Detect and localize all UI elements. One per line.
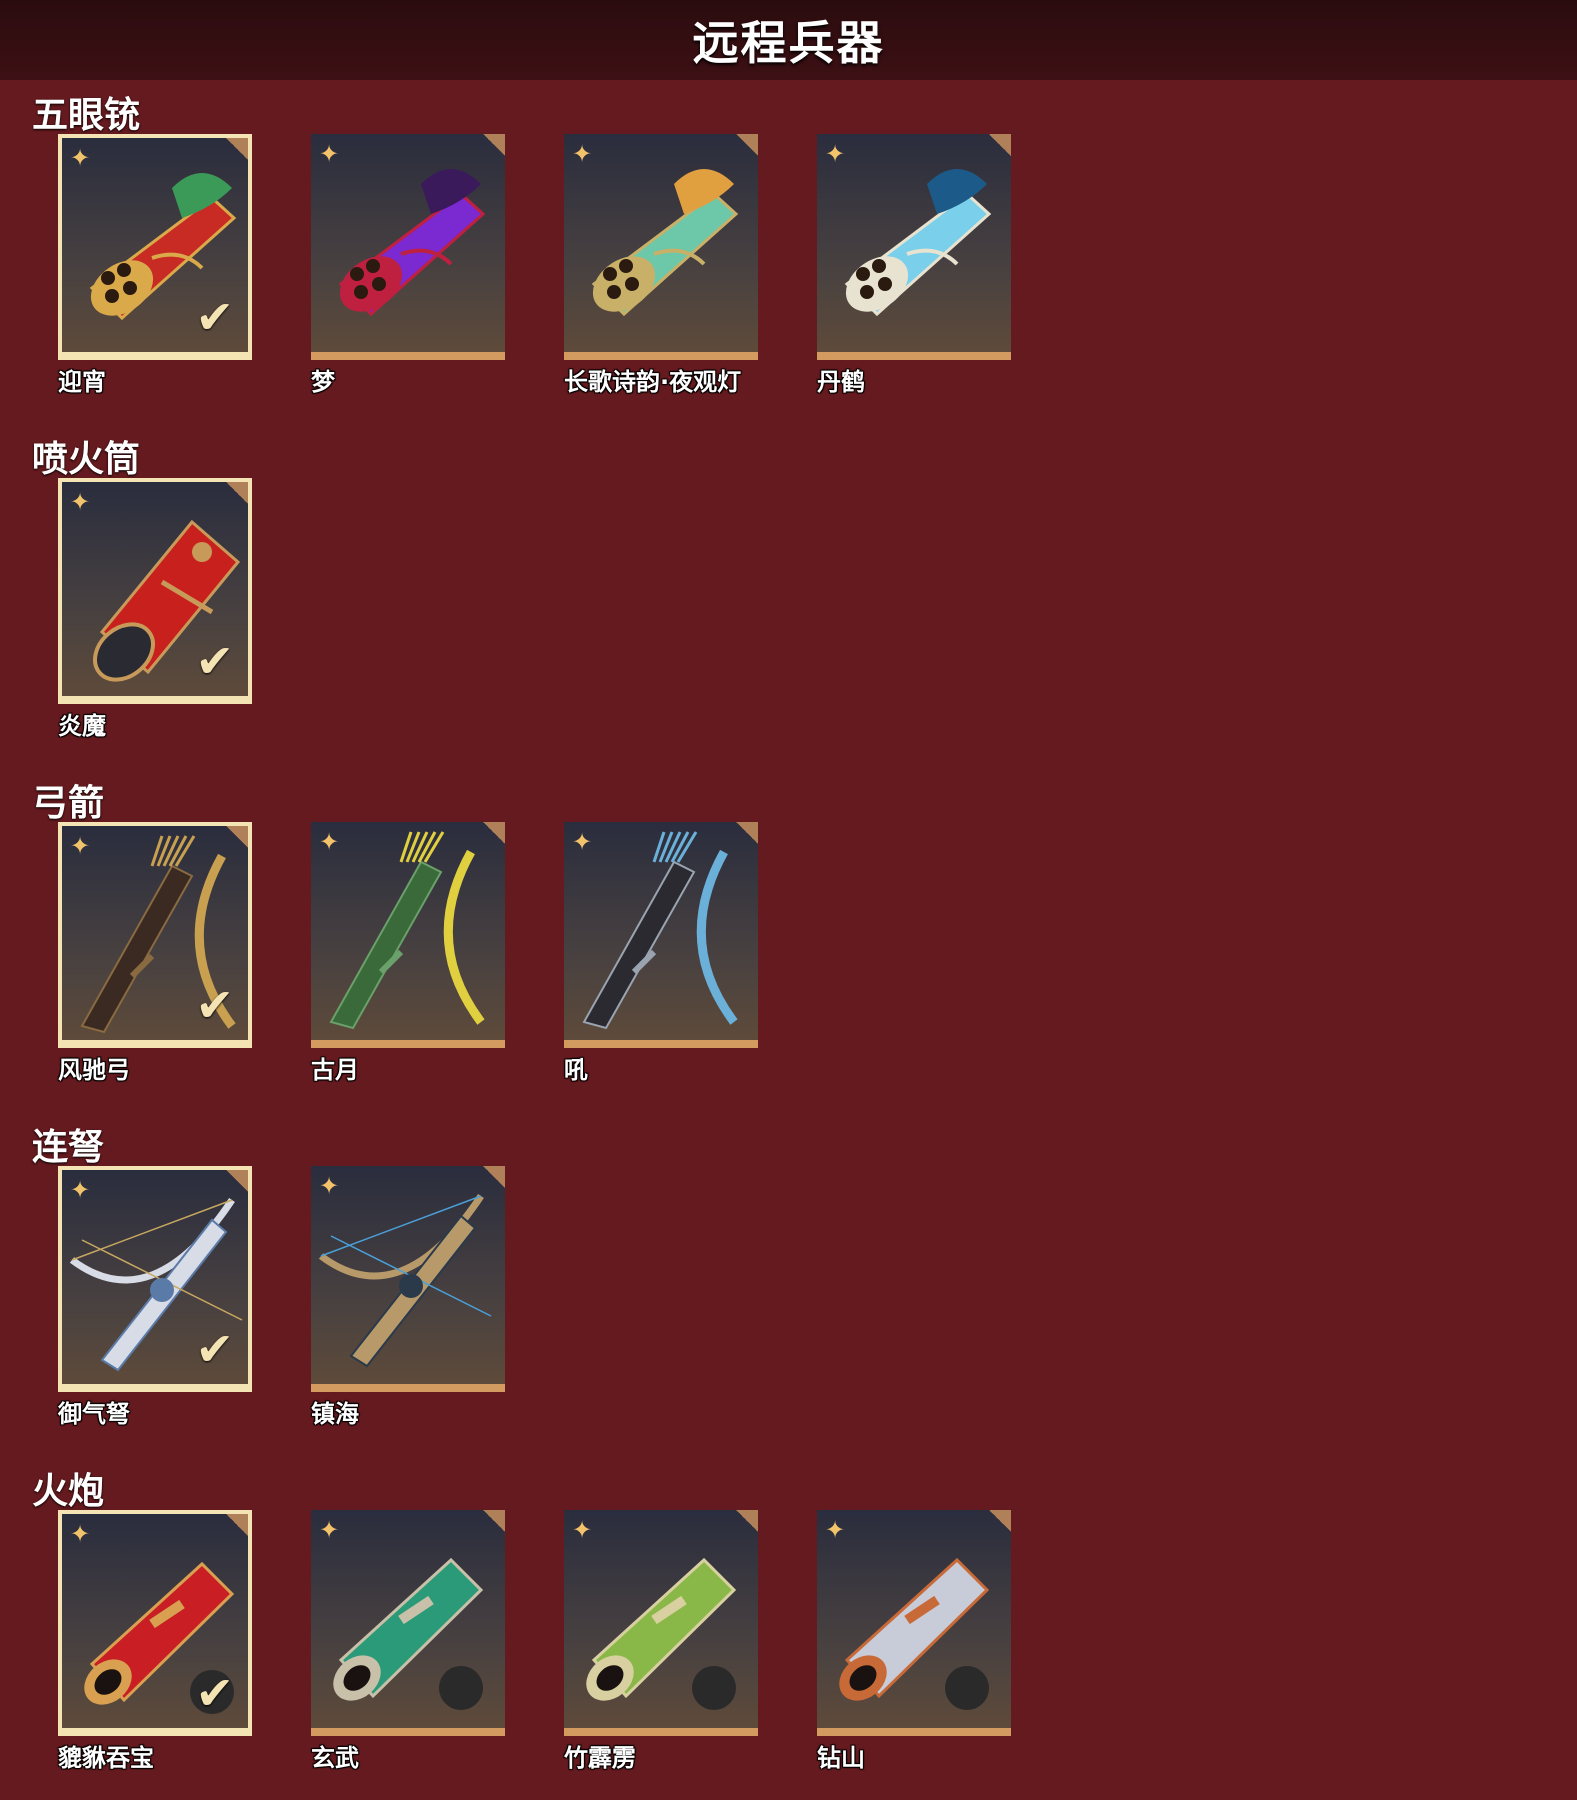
weapon-name: 梦 bbox=[311, 368, 335, 396]
weapon-name: 吼 bbox=[564, 1056, 588, 1084]
section-title: 连弩 bbox=[32, 1127, 105, 1168]
four-point-star-icon: ✦ bbox=[319, 1172, 340, 1200]
four-point-star-icon: ✦ bbox=[70, 144, 91, 172]
weapon-name: 古月 bbox=[311, 1056, 359, 1084]
four-point-star-icon: ✦ bbox=[825, 1516, 846, 1544]
weapon-name: 玄武 bbox=[311, 1744, 359, 1772]
weapon-card[interactable]: ✦ bbox=[311, 1166, 505, 1392]
four-point-star-icon: ✦ bbox=[319, 1516, 340, 1544]
weapon-name: 风驰弓 bbox=[58, 1056, 130, 1084]
weapon-name: 钻山 bbox=[817, 1744, 865, 1772]
weapon-card[interactable]: ✦ bbox=[311, 1510, 505, 1736]
weapon-card[interactable]: ✦ bbox=[817, 1510, 1011, 1736]
corner-tab-icon bbox=[483, 134, 505, 156]
checkmark-icon: ✔ bbox=[195, 1666, 234, 1720]
weapon-name: 御气弩 bbox=[58, 1400, 130, 1428]
corner-tab-icon bbox=[226, 482, 248, 504]
weapon-card[interactable]: ✦ ✔ bbox=[58, 822, 252, 1048]
corner-tab-icon bbox=[736, 822, 758, 844]
corner-tab-icon bbox=[483, 822, 505, 844]
checkmark-icon: ✔ bbox=[195, 290, 234, 344]
corner-tab-icon bbox=[989, 134, 1011, 156]
section-title: 火炮 bbox=[32, 1471, 105, 1512]
corner-tab-icon bbox=[483, 1166, 505, 1188]
page-title: 远程兵器 bbox=[692, 16, 885, 70]
checkmark-icon: ✔ bbox=[195, 978, 234, 1032]
weapon-name: 炎魔 bbox=[58, 712, 106, 740]
checkmark-icon: ✔ bbox=[195, 634, 234, 688]
corner-tab-icon bbox=[226, 1170, 248, 1192]
weapon-card[interactable]: ✦ bbox=[817, 134, 1011, 360]
corner-tab-icon bbox=[226, 826, 248, 848]
weapon-card[interactable]: ✦ bbox=[311, 134, 505, 360]
corner-tab-icon bbox=[483, 1510, 505, 1532]
four-point-star-icon: ✦ bbox=[825, 140, 846, 168]
weapon-card[interactable]: ✦ ✔ bbox=[58, 134, 252, 360]
weapon-card[interactable]: ✦ bbox=[311, 822, 505, 1048]
four-point-star-icon: ✦ bbox=[572, 828, 593, 856]
four-point-star-icon: ✦ bbox=[572, 1516, 593, 1544]
weapon-name: 貔貅吞宝 bbox=[58, 1744, 154, 1772]
checkmark-icon: ✔ bbox=[195, 1322, 234, 1376]
weapon-name: 迎宵 bbox=[58, 368, 106, 396]
weapon-card[interactable]: ✦ bbox=[564, 822, 758, 1048]
weapon-card[interactable]: ✦ ✔ bbox=[58, 478, 252, 704]
weapon-card[interactable]: ✦ bbox=[564, 1510, 758, 1736]
weapon-name: 丹鹤 bbox=[817, 368, 865, 396]
section-title: 弓箭 bbox=[32, 783, 105, 824]
weapon-name: 竹霹雳 bbox=[564, 1744, 636, 1772]
weapon-card[interactable]: ✦ ✔ bbox=[58, 1510, 252, 1736]
four-point-star-icon: ✦ bbox=[319, 828, 340, 856]
section-title: 喷火筒 bbox=[32, 439, 141, 480]
four-point-star-icon: ✦ bbox=[70, 488, 91, 516]
four-point-star-icon: ✦ bbox=[572, 140, 593, 168]
page-header: 远程兵器 bbox=[0, 0, 1577, 80]
weapon-name: 长歌诗韵·夜观灯 bbox=[564, 368, 742, 396]
corner-tab-icon bbox=[226, 138, 248, 160]
four-point-star-icon: ✦ bbox=[70, 1176, 91, 1204]
corner-tab-icon bbox=[736, 1510, 758, 1532]
four-point-star-icon: ✦ bbox=[319, 140, 340, 168]
four-point-star-icon: ✦ bbox=[70, 1520, 91, 1548]
four-point-star-icon: ✦ bbox=[70, 832, 91, 860]
weapon-card[interactable]: ✦ bbox=[564, 134, 758, 360]
corner-tab-icon bbox=[989, 1510, 1011, 1532]
corner-tab-icon bbox=[736, 134, 758, 156]
weapon-name: 镇海 bbox=[311, 1400, 359, 1428]
weapon-card[interactable]: ✦ ✔ bbox=[58, 1166, 252, 1392]
corner-tab-icon bbox=[226, 1514, 248, 1536]
section-title: 五眼铳 bbox=[32, 95, 141, 136]
